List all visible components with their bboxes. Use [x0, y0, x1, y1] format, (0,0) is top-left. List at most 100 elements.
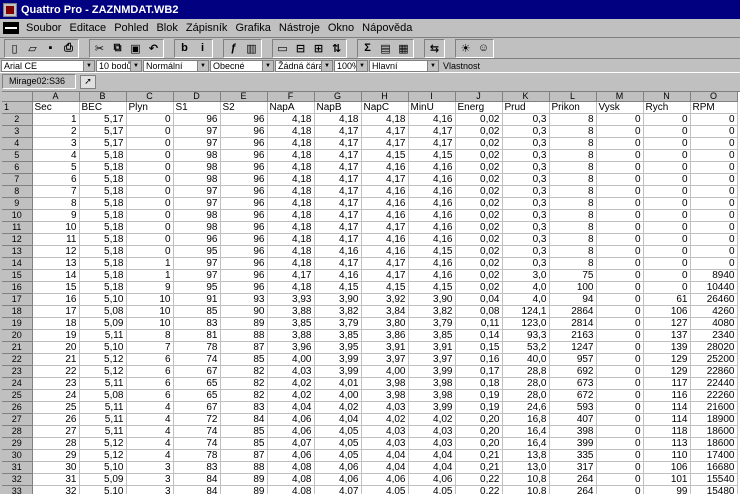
field-header-cell[interactable]: MinU — [408, 101, 456, 114]
data-cell[interactable]: 98 — [173, 209, 221, 222]
data-cell[interactable]: 22260 — [690, 389, 738, 402]
data-cell[interactable]: 0,08 — [455, 305, 503, 318]
data-cell[interactable]: 18 — [32, 317, 80, 330]
row-header[interactable]: 10 — [2, 209, 33, 222]
data-cell[interactable]: 672 — [549, 389, 597, 402]
data-cell[interactable]: 89 — [220, 473, 268, 486]
data-cell[interactable]: 96 — [220, 209, 268, 222]
data-cell[interactable]: 264 — [549, 473, 597, 486]
data-cell[interactable]: 84 — [220, 413, 268, 426]
data-cell[interactable]: 85 — [220, 353, 268, 366]
data-cell[interactable]: 5,18 — [79, 209, 127, 222]
data-cell[interactable]: 15540 — [690, 473, 738, 486]
column-header[interactable]: C — [126, 92, 174, 102]
data-cell[interactable]: 25200 — [690, 353, 738, 366]
row-header[interactable]: 22 — [2, 353, 33, 366]
data-cell[interactable]: 0 — [596, 197, 644, 210]
row-header[interactable]: 26 — [2, 401, 33, 414]
data-cell[interactable]: 0 — [126, 113, 174, 126]
row-header[interactable]: 21 — [2, 341, 33, 354]
data-cell[interactable]: 84 — [173, 485, 221, 494]
row-header[interactable]: 18 — [2, 305, 33, 318]
data-cell[interactable]: 0,02 — [455, 269, 503, 282]
data-cell[interactable]: 3,90 — [314, 293, 362, 306]
data-cell[interactable]: 0 — [596, 353, 644, 366]
data-cell[interactable]: 29 — [32, 449, 80, 462]
data-cell[interactable]: 28020 — [690, 341, 738, 354]
fit-icon[interactable]: ⊞ — [310, 40, 327, 57]
field-header-cell[interactable]: NapA — [267, 101, 315, 114]
data-cell[interactable]: 4,06 — [267, 425, 315, 438]
data-cell[interactable]: 96 — [220, 281, 268, 294]
field-header-cell[interactable]: Plyn — [126, 101, 174, 114]
field-header-cell[interactable]: NapB — [314, 101, 362, 114]
expert-icon[interactable]: ☺ — [475, 40, 492, 57]
data-cell[interactable]: 110 — [643, 449, 691, 462]
column-header[interactable]: H — [361, 92, 409, 102]
data-cell[interactable]: 0 — [690, 149, 738, 162]
data-cell[interactable]: 83 — [173, 317, 221, 330]
data-cell[interactable]: 96 — [220, 113, 268, 126]
data-cell[interactable]: 0,15 — [455, 341, 503, 354]
data-cell[interactable]: 94 — [549, 293, 597, 306]
data-cell[interactable]: 0 — [690, 125, 738, 138]
data-cell[interactable]: 3,82 — [314, 305, 362, 318]
data-cell[interactable]: 0 — [126, 161, 174, 174]
delete-icon[interactable]: ⊟ — [292, 40, 309, 57]
data-cell[interactable]: 6 — [126, 389, 174, 402]
row-header[interactable]: 7 — [2, 173, 33, 186]
data-cell[interactable]: 4,17 — [361, 137, 409, 150]
data-cell[interactable]: 10 — [126, 305, 174, 318]
data-cell[interactable]: 0,3 — [502, 197, 550, 210]
data-cell[interactable]: 0 — [643, 113, 691, 126]
data-cell[interactable]: 8 — [549, 125, 597, 138]
data-cell[interactable]: 123,0 — [502, 317, 550, 330]
data-cell[interactable]: 3,98 — [361, 377, 409, 390]
data-cell[interactable]: 4,02 — [408, 413, 456, 426]
data-cell[interactable]: 95 — [173, 281, 221, 294]
column-header[interactable]: K — [502, 92, 550, 102]
data-cell[interactable]: 96 — [173, 233, 221, 246]
data-cell[interactable]: 8 — [549, 245, 597, 258]
data-cell[interactable]: 113 — [643, 437, 691, 450]
data-cell[interactable]: 4,00 — [314, 389, 362, 402]
data-cell[interactable]: 5,18 — [79, 269, 127, 282]
data-cell[interactable]: 3,95 — [314, 341, 362, 354]
cut-icon[interactable]: ✂ — [91, 40, 108, 57]
data-cell[interactable]: 0 — [596, 329, 644, 342]
data-cell[interactable]: 4,04 — [408, 449, 456, 462]
numeric-format-select[interactable]: Obecné — [210, 59, 274, 72]
data-cell[interactable]: 99 — [643, 485, 691, 494]
data-cell[interactable]: 0 — [596, 245, 644, 258]
data-cell[interactable]: 5,11 — [79, 401, 127, 414]
data-cell[interactable]: 0,3 — [502, 233, 550, 246]
data-cell[interactable]: 0 — [643, 185, 691, 198]
data-cell[interactable]: 0 — [596, 377, 644, 390]
data-cell[interactable]: 0 — [643, 257, 691, 270]
data-cell[interactable]: 4,17 — [314, 209, 362, 222]
data-cell[interactable]: 5 — [32, 161, 80, 174]
column-header[interactable]: J — [455, 92, 503, 102]
data-cell[interactable]: 4,16 — [361, 197, 409, 210]
data-cell[interactable]: 10,8 — [502, 485, 550, 494]
data-cell[interactable]: 317 — [549, 461, 597, 474]
row-header[interactable]: 20 — [2, 329, 33, 342]
data-cell[interactable]: 0,02 — [455, 209, 503, 222]
data-cell[interactable]: 13 — [32, 257, 80, 270]
data-cell[interactable]: 3,97 — [361, 353, 409, 366]
data-cell[interactable]: 0 — [126, 209, 174, 222]
data-cell[interactable]: 5,18 — [79, 281, 127, 294]
data-cell[interactable]: 96 — [220, 269, 268, 282]
data-cell[interactable]: 0 — [596, 305, 644, 318]
data-cell[interactable]: 0,3 — [502, 149, 550, 162]
data-cell[interactable]: 4,16 — [361, 161, 409, 174]
data-cell[interactable]: 117 — [643, 377, 691, 390]
app-icon[interactable] — [3, 2, 17, 17]
data-cell[interactable]: 0,3 — [502, 161, 550, 174]
data-cell[interactable]: 72 — [173, 413, 221, 426]
data-cell[interactable]: 264 — [549, 485, 597, 494]
data-cell[interactable]: 4,18 — [267, 245, 315, 258]
data-cell[interactable]: 0,18 — [455, 377, 503, 390]
data-cell[interactable]: 74 — [173, 353, 221, 366]
data-cell[interactable]: 4,03 — [267, 365, 315, 378]
